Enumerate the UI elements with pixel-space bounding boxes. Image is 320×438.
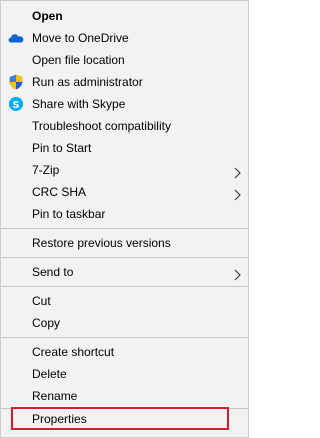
menu-item-troubleshoot-compatibility[interactable]: Troubleshoot compatibility	[1, 115, 248, 137]
menu-item-label: Share with Skype	[32, 97, 126, 111]
chevron-right-icon	[234, 164, 241, 179]
menu-item-label: Send to	[32, 265, 74, 279]
menu-item-create-shortcut[interactable]: Create shortcut	[1, 341, 248, 363]
menu-item-7-zip[interactable]: 7-Zip	[1, 159, 248, 181]
menu-item-open-file-location[interactable]: Open file location	[1, 49, 248, 71]
menu-item-label: Move to OneDrive	[32, 31, 129, 45]
menu-item-cut[interactable]: Cut	[1, 290, 248, 312]
menu-item-restore-previous-versions[interactable]: Restore previous versions	[1, 232, 248, 254]
menu-item-properties[interactable]: Properties	[1, 408, 248, 430]
menu-item-label: Open file location	[32, 53, 125, 67]
menu-item-run-as-administrator[interactable]: Run as administrator	[1, 71, 248, 93]
menu-item-send-to[interactable]: Send to	[1, 261, 248, 283]
menu-item-label: 7-Zip	[32, 163, 60, 177]
menu-separator	[1, 286, 248, 287]
menu-item-label: Cut	[32, 294, 51, 308]
chevron-right-icon	[234, 266, 241, 281]
menu-separator	[1, 228, 248, 229]
menu-item-pin-to-taskbar[interactable]: Pin to taskbar	[1, 203, 248, 225]
uac-shield-icon	[8, 74, 24, 90]
menu-item-label: Delete	[32, 367, 67, 381]
menu-item-label: CRC SHA	[32, 185, 87, 199]
context-menu: Open Move to OneDrive Open file location…	[0, 0, 249, 438]
menu-item-label: Pin to taskbar	[32, 207, 106, 221]
menu-separator	[1, 337, 248, 338]
menu-item-label: Troubleshoot compatibility	[32, 119, 171, 133]
svg-text:S: S	[12, 100, 19, 111]
menu-item-rename[interactable]: Rename	[1, 385, 248, 407]
menu-item-label: Restore previous versions	[32, 236, 171, 250]
menu-item-label: Pin to Start	[32, 141, 92, 155]
menu-separator	[1, 257, 248, 258]
onedrive-cloud-icon	[8, 30, 24, 46]
menu-item-label: Copy	[32, 316, 61, 330]
menu-item-delete[interactable]: Delete	[1, 363, 248, 385]
menu-item-move-to-onedrive[interactable]: Move to OneDrive	[1, 27, 248, 49]
menu-item-label: Create shortcut	[32, 345, 115, 359]
menu-item-open[interactable]: Open	[1, 5, 248, 27]
menu-item-crc-sha[interactable]: CRC SHA	[1, 181, 248, 203]
menu-item-label: Rename	[32, 389, 78, 403]
menu-item-label: Properties	[32, 412, 87, 426]
chevron-right-icon	[234, 186, 241, 201]
menu-item-pin-to-start[interactable]: Pin to Start	[1, 137, 248, 159]
menu-item-copy[interactable]: Copy	[1, 312, 248, 334]
menu-item-share-with-skype[interactable]: S Share with Skype	[1, 93, 248, 115]
skype-icon: S	[8, 96, 24, 112]
menu-item-label: Open	[32, 9, 63, 23]
menu-item-label: Run as administrator	[32, 75, 143, 89]
